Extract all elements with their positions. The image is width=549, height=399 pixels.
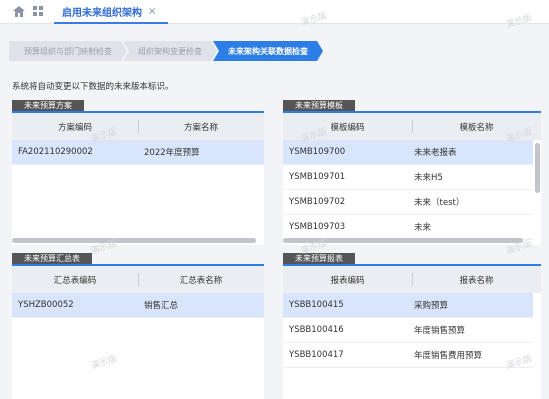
cell-code: FA202110290002 [18, 147, 93, 157]
column-header[interactable]: 方案名称 [138, 113, 264, 140]
table-body: YSMB109700 未来老报表 YSMB109701 未来H5 YSMB109… [283, 140, 533, 240]
table-box: 方案编码 方案名称 FA202110290002 2022年度预算 [12, 111, 264, 245]
cell-code: YSBB100417 [289, 350, 344, 360]
table-row[interactable]: YSBB100415 采购预算 [283, 293, 533, 318]
table-row[interactable]: YSMB109701 未来H5 [283, 165, 533, 190]
vertical-scrollbar[interactable] [535, 143, 540, 193]
table-row[interactable]: YSBB100416 年度销售预算 [283, 318, 533, 343]
column-header[interactable]: 汇总表编码 [12, 266, 138, 293]
step-org-change-check[interactable]: 组织架构变更检查 [123, 41, 217, 61]
table-row[interactable]: YSMB109700 未来老报表 [283, 140, 533, 165]
tab-label: 启用未来组织架构 [62, 7, 142, 19]
table-row[interactable]: YSMB109703 未来 [283, 215, 533, 240]
cell-name: 未来H5 [414, 173, 443, 183]
cell-code: YSMB109703 [289, 222, 346, 232]
cell-name: 未来老报表 [414, 148, 457, 158]
table-header: 模板编码 模板名称 [283, 113, 541, 140]
panel-future-summary: 未来预算汇总表 汇总表编码 汇总表名称 YSHZB00052 销售汇总 [12, 253, 264, 399]
panel-title: 未来预算模板 [283, 100, 355, 111]
step-label: 未来架构关联数据检查 [228, 46, 308, 56]
table-body: YSHZB00052 销售汇总 [12, 293, 264, 318]
cell-name: 采购预算 [414, 301, 449, 311]
top-bar: 启用未来组织架构 × [0, 0, 549, 24]
cell-name: 年度销售预算 [414, 326, 466, 336]
step-label: 预算组织与部门映射检查 [24, 46, 112, 56]
cell-code: YSMB109700 [289, 147, 346, 157]
table-header: 汇总表编码 汇总表名称 [12, 266, 264, 293]
cell-code: YSMB109701 [289, 172, 346, 182]
notice-text: 系统将自动变更以下数据的未来版本标识。 [12, 82, 174, 92]
step-mapping-check[interactable]: 预算组织与部门映射检查 [9, 41, 127, 61]
home-icon[interactable] [13, 6, 25, 17]
panel-future-plan: 未来预算方案 方案编码 方案名称 FA202110290002 2022年度预算 [12, 100, 264, 245]
cell-name: 年度销售费用预算 [414, 351, 483, 361]
cell-name: 未来 [414, 223, 432, 233]
table-box: 汇总表编码 汇总表名称 YSHZB00052 销售汇总 [12, 264, 264, 399]
table-header: 方案编码 方案名称 [12, 113, 264, 140]
table-row[interactable]: YSHZB00052 销售汇总 [12, 293, 264, 318]
table-box: 模板编码 模板名称 YSMB109700 未来老报表 YSMB109701 未来… [283, 111, 541, 245]
column-header[interactable]: 汇总表名称 [138, 266, 264, 293]
column-header[interactable]: 模板名称 [412, 113, 541, 140]
cell-code: YSBB100416 [289, 325, 344, 335]
cell-code: YSMB109702 [289, 197, 346, 207]
panel-future-report: 未来预算报表 报表编码 报表名称 YSBB100415 采购预算 YSBB100… [283, 253, 541, 399]
panel-title: 未来预算汇总表 [12, 253, 92, 264]
tab-enable-future-org[interactable]: 启用未来组织架构 × [54, 0, 168, 24]
close-icon[interactable]: × [148, 6, 156, 17]
step-label: 组织架构变更检查 [138, 46, 202, 56]
step-future-data-check[interactable]: 未来架构关联数据检查 [213, 41, 323, 61]
cell-name: 未来（test） [414, 198, 465, 208]
cell-name: 2022年度预算 [144, 148, 200, 158]
panel-title: 未来预算报表 [283, 253, 355, 264]
column-header[interactable]: 方案编码 [12, 113, 138, 140]
table-row[interactable]: YSBB100417 年度销售费用预算 [283, 343, 533, 368]
table-body: FA202110290002 2022年度预算 [12, 140, 264, 165]
cell-code: YSHZB00052 [18, 300, 74, 310]
apps-grid-icon[interactable] [33, 6, 44, 17]
table-row[interactable]: YSMB109702 未来（test） [283, 190, 533, 215]
column-header[interactable]: 报表编码 [283, 266, 412, 293]
horizontal-scrollbar[interactable] [283, 238, 523, 243]
panel-title: 未来预算方案 [12, 100, 84, 111]
table-box: 报表编码 报表名称 YSBB100415 采购预算 YSBB100416 年度销… [283, 264, 541, 399]
cell-code: YSBB100415 [289, 300, 344, 310]
table-body: YSBB100415 采购预算 YSBB100416 年度销售预算 YSBB10… [283, 293, 533, 368]
horizontal-scrollbar[interactable] [12, 238, 256, 243]
table-header: 报表编码 报表名称 [283, 266, 541, 293]
column-header[interactable]: 模板编码 [283, 113, 412, 140]
panel-future-template: 未来预算模板 模板编码 模板名称 YSMB109700 未来老报表 YSMB10… [283, 100, 541, 245]
cell-name: 销售汇总 [144, 301, 179, 311]
column-header[interactable]: 报表名称 [412, 266, 541, 293]
table-row[interactable]: FA202110290002 2022年度预算 [12, 140, 264, 165]
